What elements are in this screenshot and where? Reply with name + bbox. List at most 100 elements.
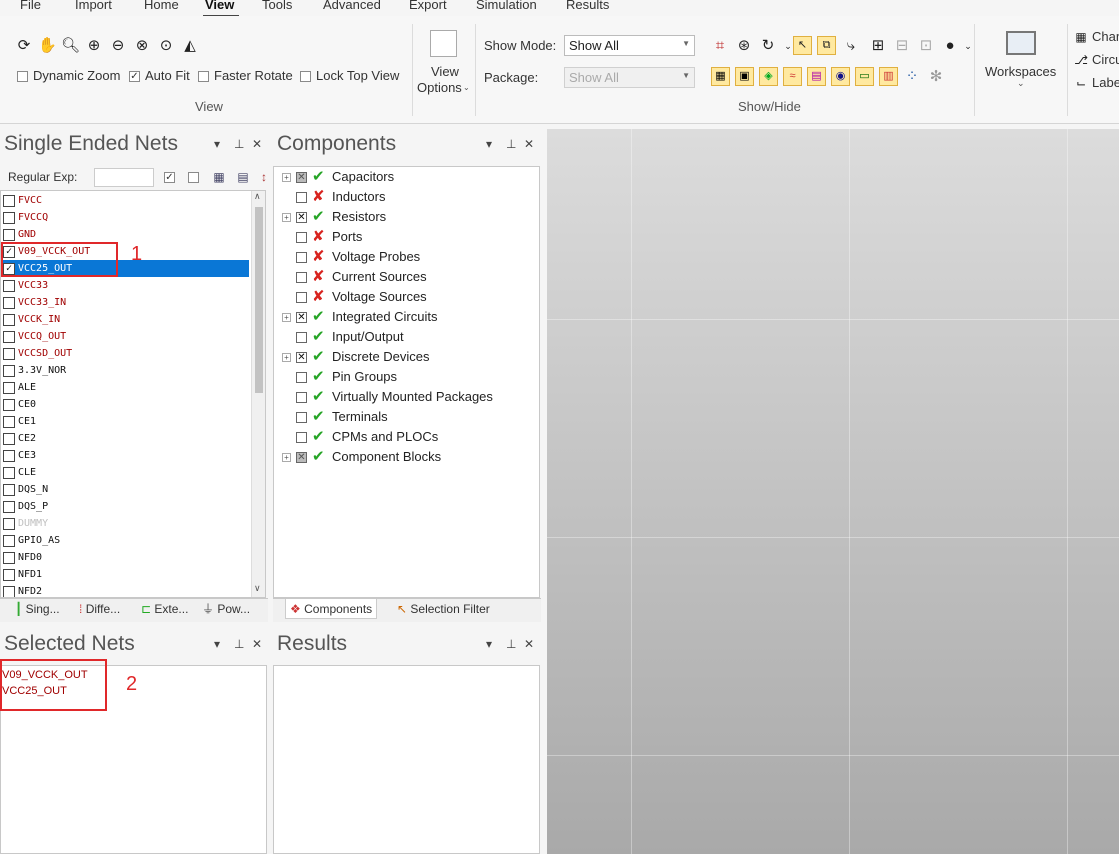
menu-file[interactable]: File xyxy=(20,0,41,12)
close-icon[interactable]: ✕ xyxy=(524,637,534,651)
component-row[interactable]: + ✕ ✔ Discrete Devices xyxy=(282,347,532,367)
scroll-up-icon[interactable]: ∧ xyxy=(254,191,261,202)
net-checkbox[interactable] xyxy=(3,297,15,309)
layer-toggle-2-icon[interactable]: ▣ xyxy=(735,67,754,86)
chart-label[interactable]: Char xyxy=(1092,29,1119,44)
view-angle-icon[interactable]: ◭ xyxy=(181,37,199,55)
view-options-button[interactable]: View Options ⌄ xyxy=(417,28,472,112)
label-label[interactable]: Labe xyxy=(1092,75,1119,90)
dropdown-arrow-icon[interactable]: ▾ xyxy=(486,637,492,651)
net-checkbox[interactable] xyxy=(3,314,15,326)
net-checkbox[interactable] xyxy=(3,450,15,462)
circuit-label[interactable]: Circu xyxy=(1092,52,1119,67)
tab-single-ended[interactable]: ┃ Sing... xyxy=(15,599,60,619)
net-row[interactable]: DQS_N xyxy=(3,481,249,498)
component-checkbox[interactable]: ✕ xyxy=(296,352,307,363)
close-icon[interactable]: ✕ xyxy=(524,137,534,151)
component-icon[interactable]: ⁘ xyxy=(903,68,921,86)
3d-view-icon[interactable]: ⊞ xyxy=(869,37,887,55)
pin-icon[interactable]: ⊥ xyxy=(234,137,244,151)
check-all-icon[interactable]: ✓ xyxy=(164,172,175,183)
auto-fit-checkbox[interactable]: ✓ xyxy=(129,71,140,82)
zoom-icon[interactable]: 🔍︎ xyxy=(61,37,80,55)
component-row[interactable]: + ✕ ✔ Resistors xyxy=(282,207,532,227)
pin-icon[interactable]: ⊥ xyxy=(506,137,516,151)
net-checkbox[interactable] xyxy=(3,280,15,292)
component-row[interactable]: ✘ Inductors xyxy=(282,187,532,207)
pad-highlight-icon[interactable]: ⧉ xyxy=(817,36,836,55)
package-select[interactable]: Show All ▼ xyxy=(564,67,695,88)
workspaces-button[interactable]: Workspaces ⌄ xyxy=(980,28,1064,98)
expand-icon[interactable]: + xyxy=(282,313,291,322)
zoom-window-icon[interactable]: ⊙ xyxy=(157,37,175,55)
component-checkbox[interactable]: ✕ xyxy=(296,172,307,183)
component-row[interactable]: ✘ Current Sources xyxy=(282,267,532,287)
table-icon[interactable]: ▦ xyxy=(210,168,228,186)
dropdown-arrow-icon[interactable]: ▾ xyxy=(214,137,220,151)
component-checkbox[interactable] xyxy=(296,192,307,203)
net-row[interactable]: FVCC xyxy=(3,192,249,209)
show-mode-select[interactable]: Show All ▼ xyxy=(564,35,695,56)
net-checkbox[interactable] xyxy=(3,229,15,241)
settings-gear-icon[interactable]: ✻ xyxy=(927,68,945,86)
expand-icon[interactable]: + xyxy=(282,353,291,362)
component-checkbox[interactable]: ✕ xyxy=(296,212,307,223)
layout-canvas[interactable] xyxy=(547,129,1119,854)
tab-components[interactable]: ❖ Components xyxy=(285,599,378,619)
menu-home[interactable]: Home xyxy=(144,0,179,12)
net-row[interactable]: NFD2 xyxy=(3,583,249,597)
layer-icon[interactable]: ⊡ xyxy=(917,37,935,55)
component-row[interactable]: ✔ Virtually Mounted Packages xyxy=(282,387,532,407)
layer-toggle-3-icon[interactable]: ◈ xyxy=(759,67,778,86)
component-row[interactable]: ✔ Terminals xyxy=(282,407,532,427)
tab-differential[interactable]: ⁞ Diffe... xyxy=(79,599,120,619)
via-icon[interactable]: ⊛ xyxy=(735,37,753,55)
net-checkbox[interactable] xyxy=(3,399,15,411)
trace-highlight-icon[interactable]: ↖ xyxy=(793,36,812,55)
close-icon[interactable]: ✕ xyxy=(252,637,262,651)
point-icon[interactable]: ● xyxy=(941,37,959,55)
component-row[interactable]: + ✕ ✔ Integrated Circuits xyxy=(282,307,532,327)
net-row[interactable]: VCCSD_OUT xyxy=(3,345,249,362)
component-checkbox[interactable]: ✕ xyxy=(296,312,307,323)
dropdown-arrow-icon[interactable]: ▾ xyxy=(486,137,492,151)
tab-extended[interactable]: ⊏ Exte... xyxy=(141,599,188,619)
net-row[interactable]: 3.3V_NOR xyxy=(3,362,249,379)
net-checkbox[interactable] xyxy=(3,484,15,496)
menu-simulation[interactable]: Simulation xyxy=(476,0,537,12)
net-row[interactable]: CLE xyxy=(3,464,249,481)
component-row[interactable]: + ✕ ✔ Capacitors xyxy=(282,167,532,187)
net-checkbox[interactable] xyxy=(3,348,15,360)
dynamic-zoom-checkbox[interactable] xyxy=(17,71,28,82)
net-checkbox[interactable] xyxy=(3,195,15,207)
net-row[interactable]: CE0 xyxy=(3,396,249,413)
menu-export[interactable]: Export xyxy=(409,0,447,12)
component-checkbox[interactable] xyxy=(296,232,307,243)
calendar-icon[interactable]: ▤ xyxy=(234,168,252,186)
circuit-icon[interactable]: ⎇ xyxy=(1072,51,1090,69)
net-checkbox[interactable] xyxy=(3,501,15,513)
lock-top-view-checkbox[interactable] xyxy=(300,71,311,82)
component-row[interactable]: + ✕ ✔ Component Blocks xyxy=(282,447,532,467)
layer-toggle-7-icon[interactable]: ▭ xyxy=(855,67,874,86)
net-checkbox[interactable] xyxy=(3,518,15,530)
menu-advanced[interactable]: Advanced xyxy=(323,0,381,12)
net-row[interactable]: CE3 xyxy=(3,447,249,464)
scroll-down-icon[interactable]: ∨ xyxy=(254,583,261,594)
component-row[interactable]: ✘ Voltage Probes xyxy=(282,247,532,267)
tab-power[interactable]: ⏚ Pow... xyxy=(202,599,250,619)
net-row[interactable]: GPIO_AS xyxy=(3,532,249,549)
zoom-fit-icon[interactable]: ⊗ xyxy=(133,37,151,55)
scrollbar-thumb[interactable] xyxy=(255,207,263,393)
menu-import[interactable]: Import xyxy=(75,0,112,12)
pan-hand-icon[interactable]: ✋ xyxy=(38,37,57,55)
net-checkbox[interactable] xyxy=(3,365,15,377)
menu-view[interactable]: View xyxy=(205,0,234,12)
net-checkbox[interactable] xyxy=(3,552,15,564)
expand-icon[interactable]: + xyxy=(282,213,291,222)
net-checkbox[interactable] xyxy=(3,586,15,597)
dropdown-arrow-icon[interactable]: ▾ xyxy=(214,637,220,651)
probe-icon[interactable]: ⤷ xyxy=(842,37,860,55)
net-checkbox[interactable] xyxy=(3,416,15,428)
net-row[interactable]: NFD0 xyxy=(3,549,249,566)
